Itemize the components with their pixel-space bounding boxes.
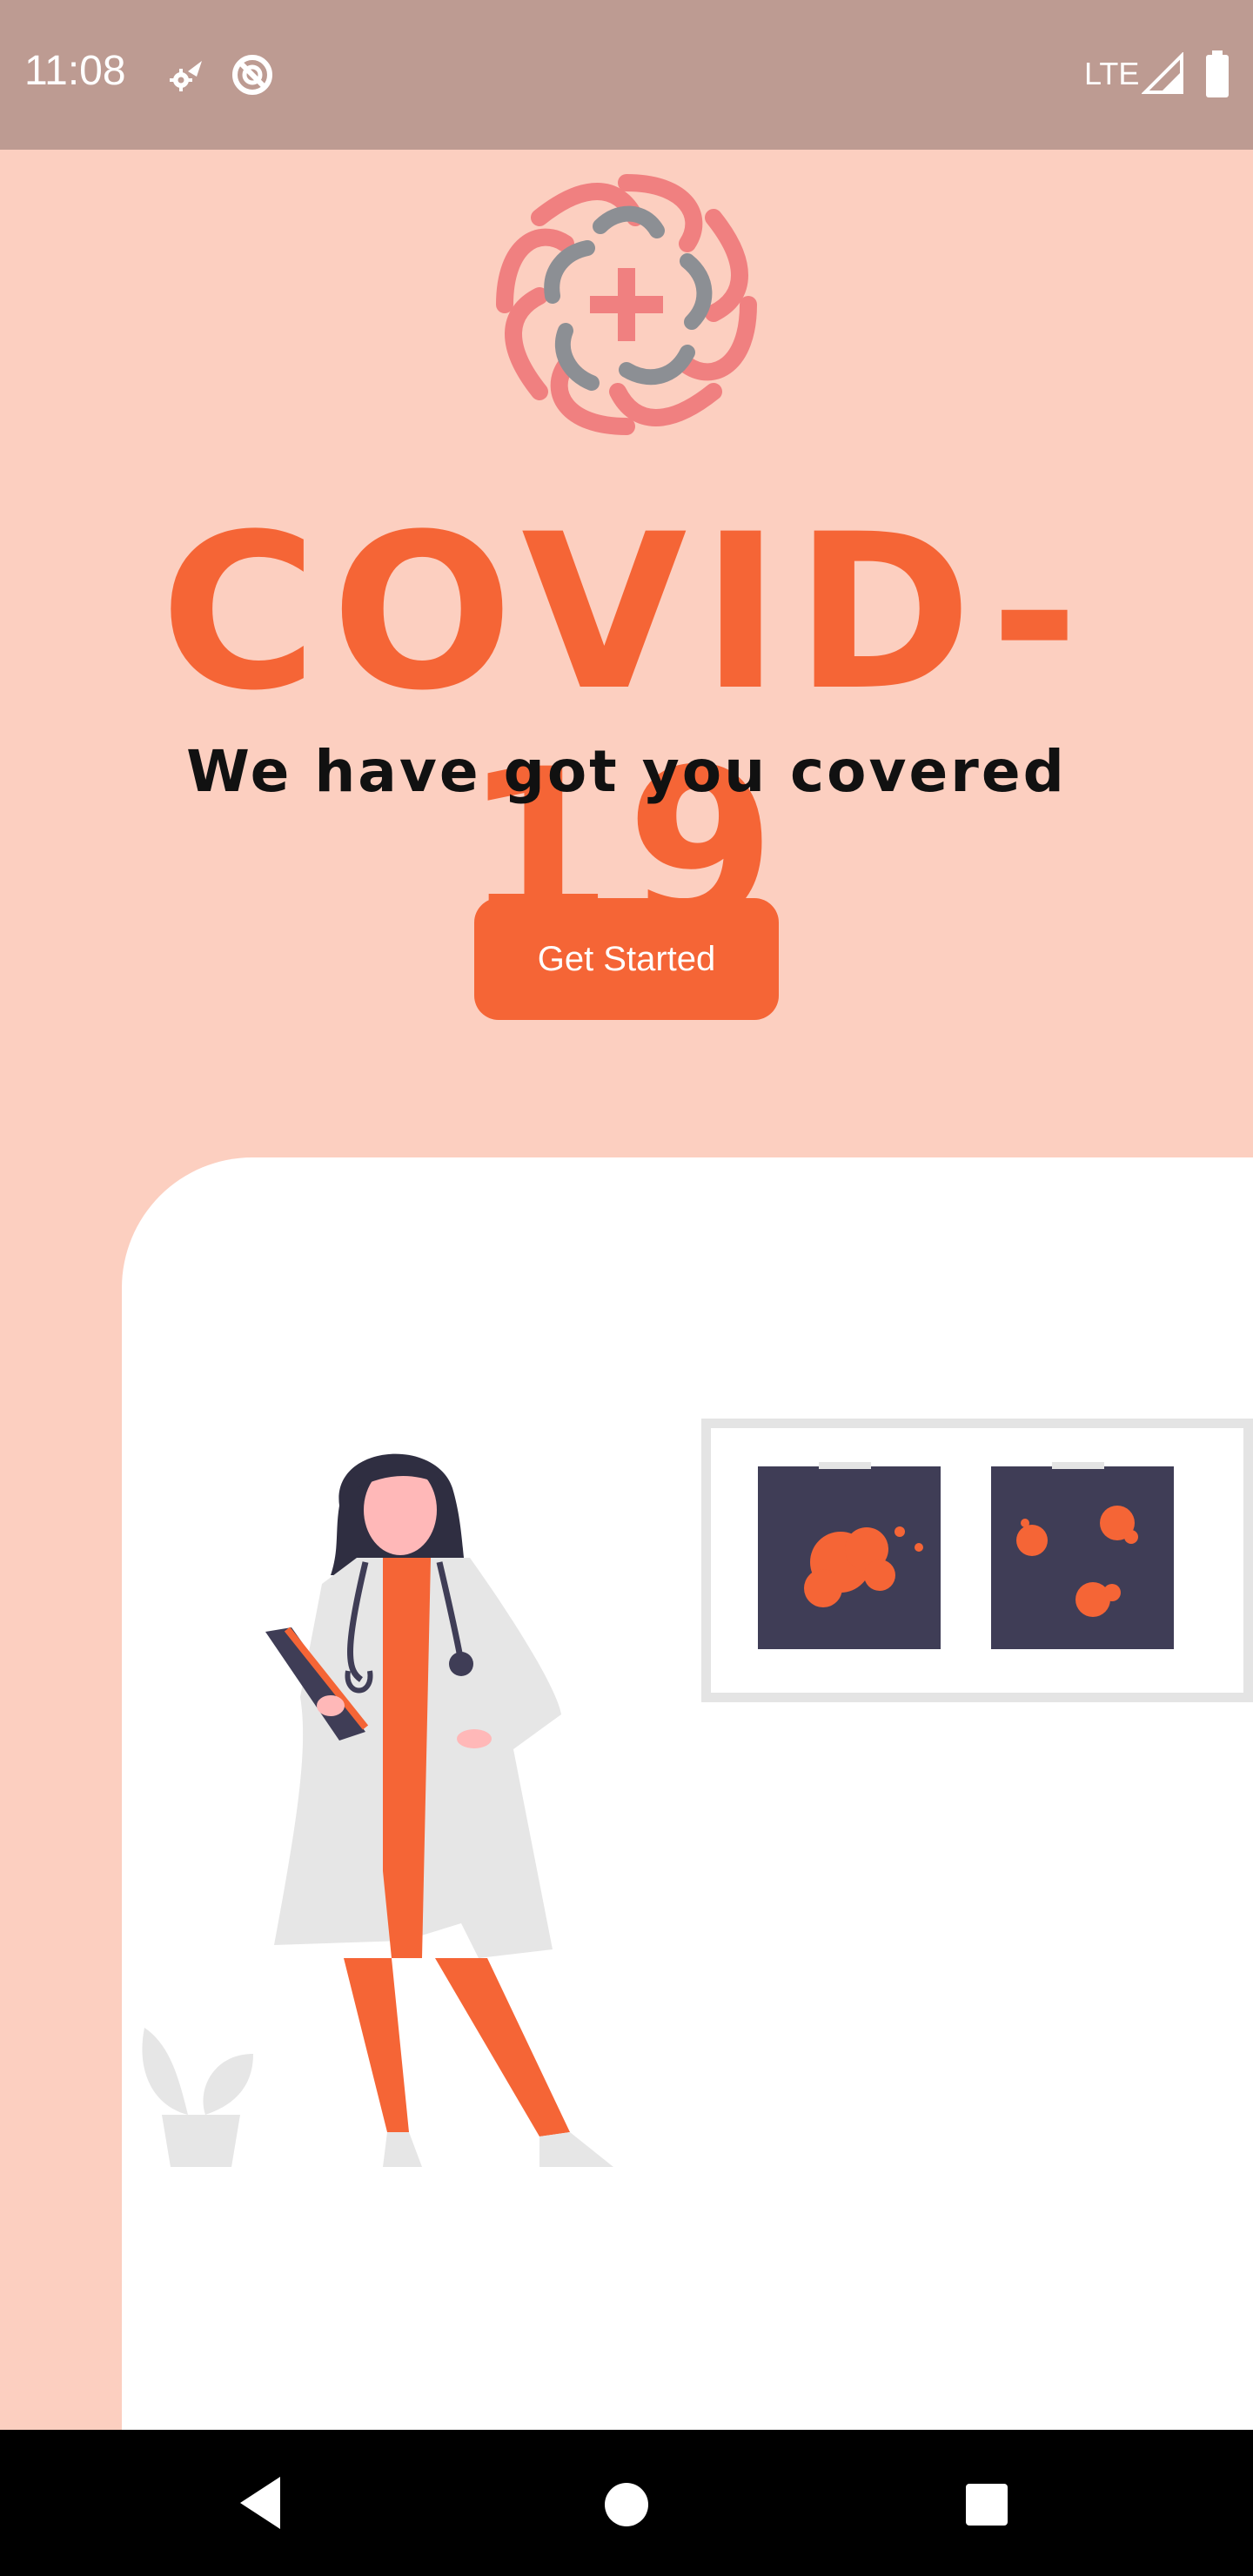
- xray-frame-illustration: [701, 1419, 1253, 1702]
- signal-icon: [1142, 52, 1183, 94]
- do-not-disturb-icon: [232, 55, 272, 95]
- get-started-button[interactable]: Get Started: [474, 898, 779, 1020]
- recents-button[interactable]: [964, 2482, 1009, 2527]
- medical-knot-cross-icon: [496, 174, 757, 435]
- status-time: 11:08: [24, 48, 126, 94]
- page-title: COVID-19: [160, 489, 1093, 973]
- doctor-illustration: [265, 1453, 613, 2167]
- plant-illustration: [142, 2028, 253, 2167]
- home-button[interactable]: [603, 2481, 650, 2528]
- status-bar: 11:08 LTE: [0, 0, 1253, 150]
- page-subtitle: We have got you covered: [186, 738, 1067, 805]
- settings-notification-icon: [170, 61, 202, 91]
- back-button[interactable]: [235, 2473, 287, 2532]
- battery-icon: [1206, 50, 1229, 97]
- network-type-label: LTE: [1084, 56, 1140, 91]
- navigation-bar: [0, 2430, 1253, 2576]
